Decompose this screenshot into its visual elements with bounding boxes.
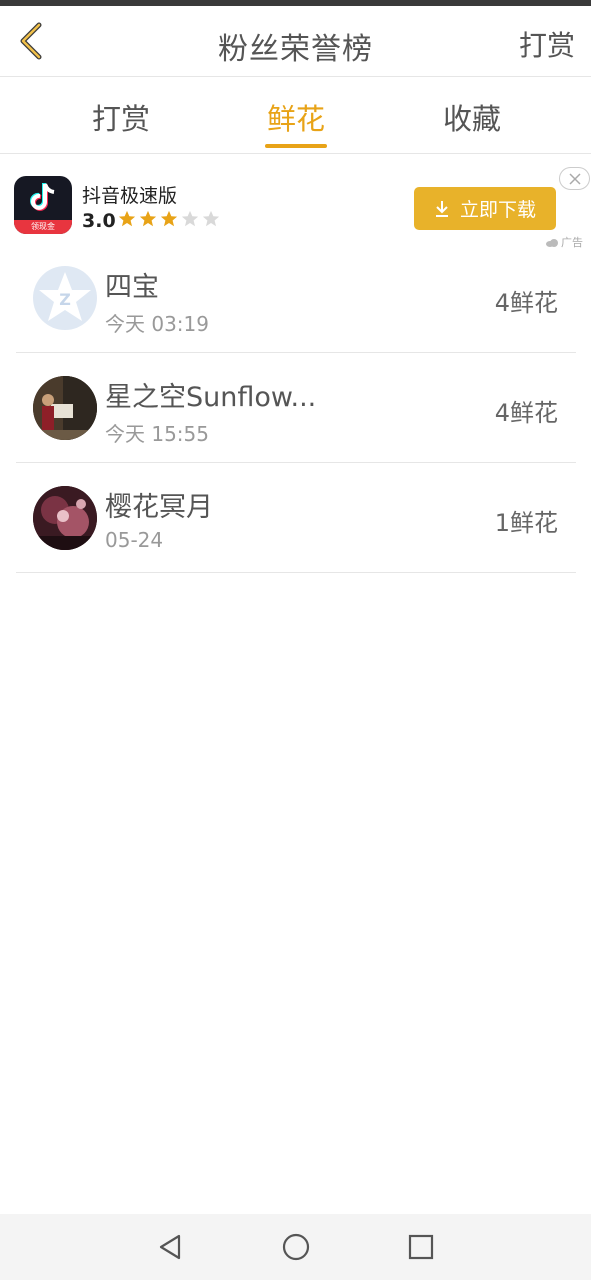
star-empty-icon [181, 210, 199, 227]
user-name: 四宝 [105, 272, 159, 303]
ad-app-name: 抖音极速版 [82, 185, 178, 207]
tab-reward[interactable]: 打赏 [91, 96, 151, 148]
tab-label: 打赏 [91, 102, 150, 136]
default-avatar-icon: Z [39, 272, 91, 321]
ad-close-button[interactable] [559, 167, 590, 190]
circle-home-icon [282, 1233, 310, 1261]
download-button[interactable]: 立即下载 [414, 187, 556, 230]
ad-rating: 3.0 [82, 210, 116, 232]
user-name: 樱花冥月 [105, 492, 213, 523]
close-icon [568, 172, 581, 185]
rating-stars [118, 210, 220, 228]
download-label: 立即下载 [459, 199, 536, 221]
list-item[interactable]: Z 四宝 今天 03:19 4鲜花 [16, 243, 576, 353]
tab-label: 收藏 [442, 102, 501, 136]
list-item[interactable]: 星之空Sunflow... 今天 15:55 4鲜花 [16, 353, 576, 463]
time-stamp: 今天 03:19 [105, 312, 209, 336]
tab-flowers[interactable]: 鲜花 [265, 96, 327, 148]
tab-label: 鲜花 [266, 102, 325, 136]
system-nav-bar [0, 1214, 591, 1280]
nav-recent-button[interactable] [404, 1230, 438, 1264]
avatar: Z [33, 266, 97, 330]
triangle-back-icon [159, 1234, 181, 1260]
ad-card[interactable]: 领现金 抖音极速版 3.0 立即下载 广告 [0, 155, 591, 251]
logo-tag: 领现金 [14, 220, 72, 234]
app-header: 粉丝荣誉榜 打赏 [0, 6, 591, 77]
user-photo-image [33, 486, 97, 550]
nav-back-button[interactable] [153, 1230, 187, 1264]
app-logo-image: 领现金 [14, 176, 72, 234]
time-stamp: 今天 15:55 [105, 422, 209, 446]
reward-button[interactable]: 打赏 [519, 24, 575, 64]
time-stamp: 05-24 [105, 528, 164, 552]
music-note-icon [30, 183, 55, 211]
nav-home-button[interactable] [279, 1230, 313, 1264]
avatar [33, 376, 97, 440]
user-photo-image [33, 376, 97, 440]
flower-count: 1鲜花 [494, 509, 558, 537]
avatar [33, 486, 97, 550]
star-empty-icon [202, 210, 220, 227]
tab-bar: 打赏 鲜花 收藏 [0, 78, 591, 154]
page-title: 粉丝荣誉榜 [218, 32, 373, 67]
flower-count: 4鲜花 [494, 399, 558, 427]
download-icon [435, 200, 448, 217]
user-name: 星之空Sunflow... [105, 382, 317, 413]
tab-favorites[interactable]: 收藏 [442, 96, 502, 148]
star-filled-icon [118, 210, 136, 227]
square-recent-icon [408, 1234, 434, 1260]
star-filled-icon [160, 210, 178, 227]
list-item[interactable]: 樱花冥月 05-24 1鲜花 [16, 463, 576, 573]
star-filled-icon [139, 210, 157, 227]
svg-text:Z: Z [59, 290, 71, 309]
flower-count: 4鲜花 [494, 289, 558, 317]
active-tab-indicator [265, 144, 327, 148]
